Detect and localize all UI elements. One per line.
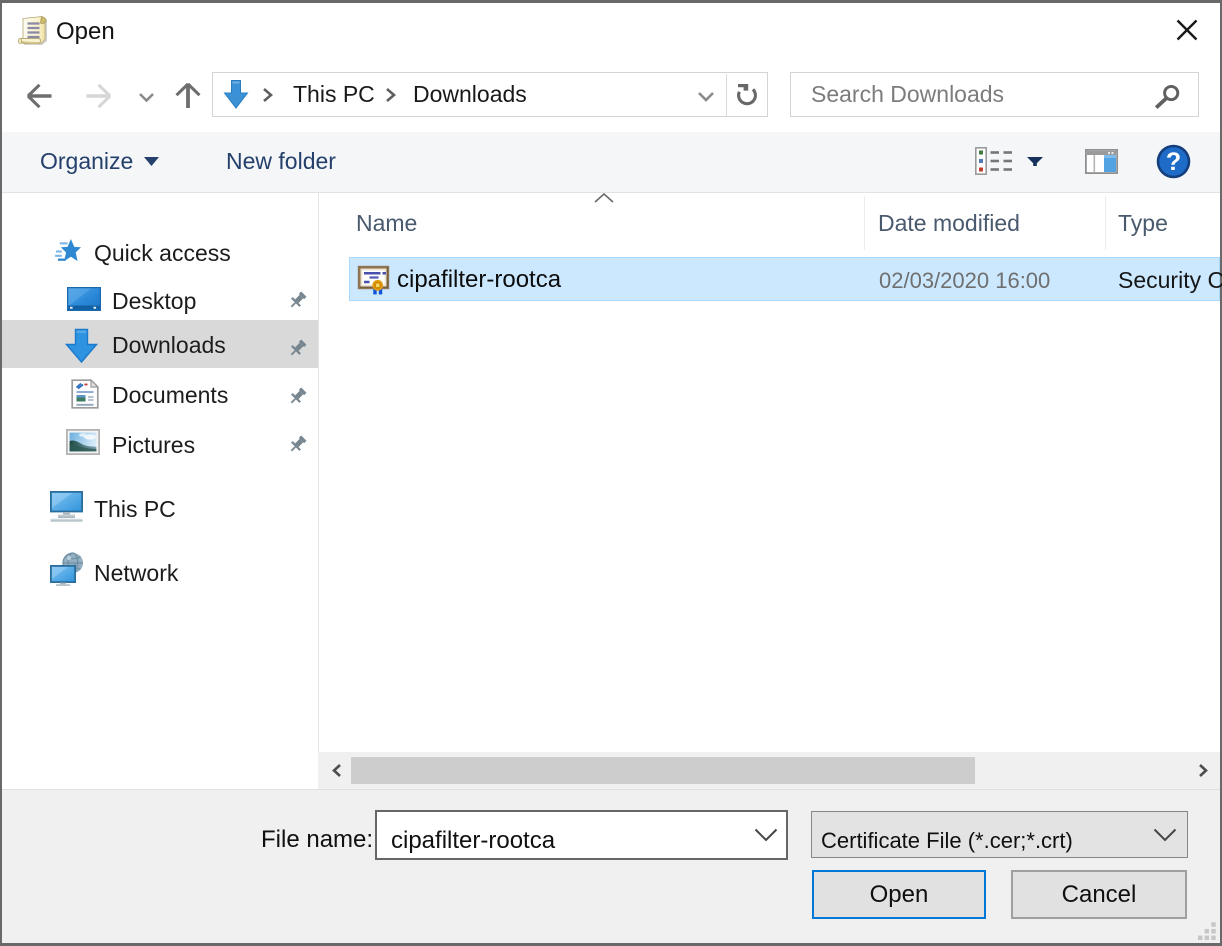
svg-text:?: ? <box>1166 148 1181 176</box>
